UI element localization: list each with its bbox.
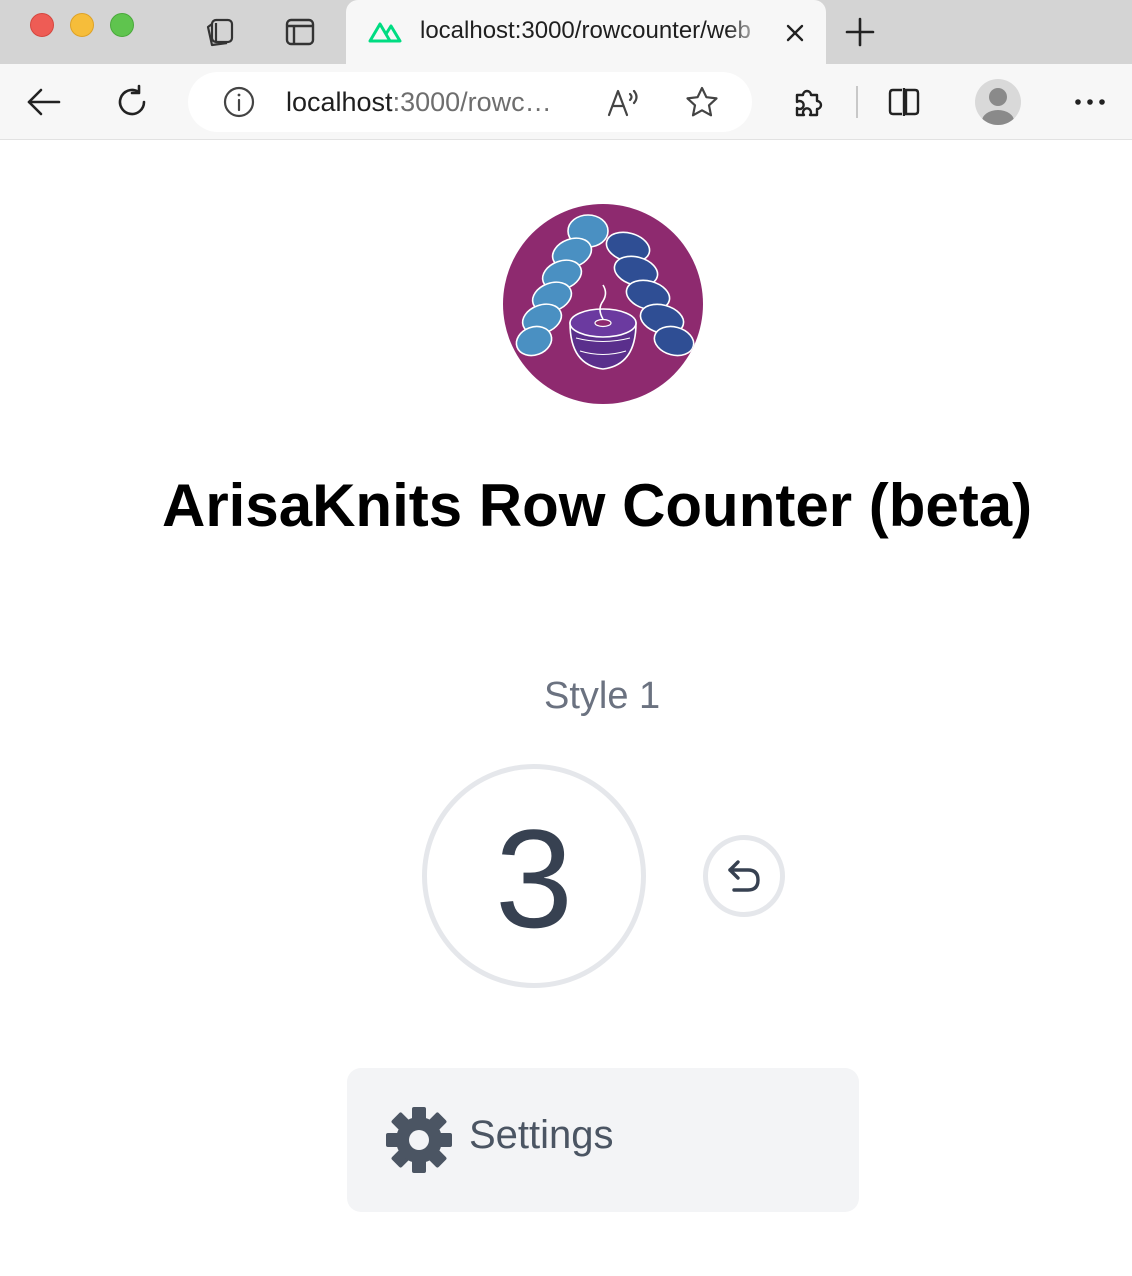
more-button[interactable] [1070, 82, 1110, 122]
undo-button[interactable] [703, 835, 785, 917]
refresh-icon [118, 84, 146, 116]
tab-title: localhost:3000/rowcounter/web [420, 17, 751, 44]
page-title: ArisaKnits Row Counter (beta) [162, 472, 1033, 539]
toolbar-divider [856, 86, 858, 118]
puzzle-icon [795, 89, 823, 117]
settings-label: Settings [469, 1113, 614, 1157]
active-tab[interactable]: localhost:3000/rowcounter/web [346, 0, 826, 66]
star-icon[interactable] [682, 84, 722, 120]
window-minimize-button[interactable] [70, 13, 94, 37]
address-bar[interactable]: localhost:3000/rowc… [188, 72, 752, 132]
tab-actions-icon[interactable] [282, 14, 318, 50]
nuxt-logo-icon [368, 20, 402, 49]
arisaknits-logo [502, 203, 704, 405]
extensions-button[interactable] [788, 82, 828, 122]
plus-icon [845, 17, 875, 47]
row-count-value: 3 [495, 800, 573, 957]
address-url[interactable]: localhost:3000/rowc… [286, 87, 586, 118]
split-screen-button[interactable] [884, 82, 924, 122]
more-horizontal-icon [1075, 99, 1105, 105]
address-path: :3000/rowc… [392, 87, 552, 117]
profile-avatar[interactable] [975, 79, 1021, 125]
undo-icon [728, 860, 760, 892]
split-screen-icon [888, 88, 920, 116]
settings-button[interactable]: Settings [347, 1068, 859, 1212]
info-icon[interactable] [222, 85, 256, 119]
back-arrow-icon [27, 88, 61, 116]
back-button[interactable] [24, 82, 64, 122]
window-zoom-button[interactable] [110, 13, 134, 37]
browser-toolbar: localhost:3000/rowc… [0, 64, 1132, 140]
read-aloud-icon[interactable] [604, 84, 644, 120]
address-host: localhost [286, 87, 393, 117]
tab-strip: localhost:3000/rowcounter/web [0, 0, 1132, 66]
refresh-button[interactable] [112, 82, 152, 122]
style-label: Style 1 [544, 675, 661, 717]
row-counter-button[interactable]: 3 [422, 764, 646, 988]
page-content: ArisaKnits Row Counter (beta) Style 1 3 [0, 141, 1132, 1276]
new-tab-button[interactable] [842, 14, 878, 50]
gear-icon [385, 1106, 453, 1174]
window-close-button[interactable] [30, 13, 54, 37]
close-icon[interactable] [780, 18, 810, 48]
workspaces-icon[interactable] [202, 14, 238, 50]
